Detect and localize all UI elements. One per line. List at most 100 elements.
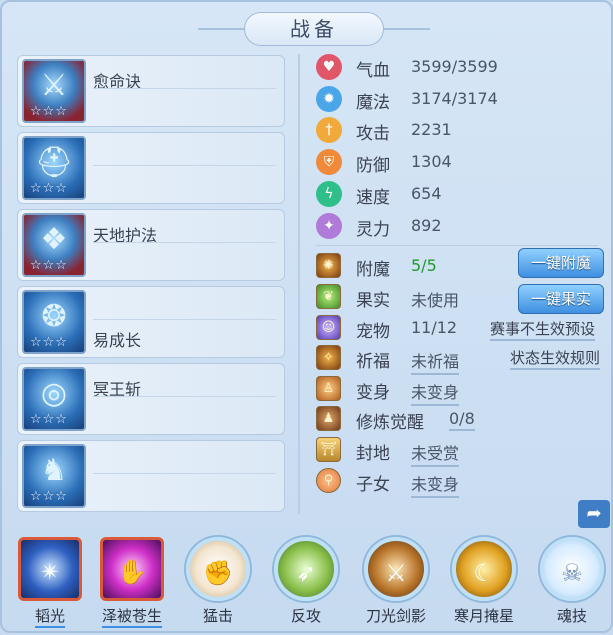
blessing-hand-icon: ✋ — [100, 537, 164, 601]
counter-icon: ➶ — [274, 537, 338, 601]
skill-5[interactable]: ⚔ 刀光剑影 — [360, 537, 432, 626]
heart-icon: ♥ — [316, 54, 342, 80]
divider — [93, 319, 276, 320]
equipment-slot-5[interactable]: ◎ ☆☆☆ 冥王斩 — [17, 363, 285, 435]
skill-name: 魂技 — [556, 607, 587, 625]
skill-name: 刀光剑影 — [365, 607, 426, 625]
divider — [93, 473, 276, 474]
skill-name: 反攻 — [290, 607, 321, 625]
enchant-all-button[interactable]: 一键附魔 — [518, 248, 604, 278]
blade-icon: ⚔ — [364, 537, 428, 601]
misc-label: 附魔 — [356, 260, 390, 280]
equipment-slot-2[interactable]: ⛑ ☆☆☆ — [17, 132, 285, 204]
stat-value: 3599/3599 — [411, 57, 498, 76]
stat-value: 2231 — [411, 120, 452, 139]
stat-value: 3174/3174 — [411, 89, 498, 108]
equipment-slot-6[interactable]: ♞ ☆☆☆ — [17, 440, 285, 512]
skill-name: 韬光 — [34, 605, 65, 628]
transform-icon: ♙ — [316, 376, 341, 401]
glow-orb-icon: ✴ — [18, 537, 82, 601]
star-rating: ☆☆☆ — [30, 335, 68, 350]
speed-icon: ϟ — [316, 181, 342, 207]
blessing-icon: ✧ — [316, 345, 341, 370]
skill-1[interactable]: ✴ 韬光 — [14, 537, 86, 628]
misc-label: 封地 — [356, 444, 390, 464]
star-rating: ☆☆☆ — [30, 104, 68, 119]
star-rating: ☆☆☆ — [30, 258, 68, 273]
skill-2[interactable]: ✋ 泽被苍生 — [96, 537, 168, 628]
misc-label: 宠物 — [356, 322, 390, 342]
divider — [93, 242, 276, 243]
stat-label: 灵力 — [356, 220, 390, 240]
belt-icon: ◎ ☆☆☆ — [22, 367, 86, 431]
title-ornament-left — [198, 28, 244, 30]
stat-label: 攻击 — [356, 124, 390, 144]
skill-name: 猛击 — [202, 607, 233, 625]
misc-value[interactable]: 未祈福 — [411, 348, 460, 375]
helmet-icon: ⛑ ☆☆☆ — [22, 136, 86, 200]
section-divider — [316, 245, 598, 246]
skill-4[interactable]: ➶ 反攻 — [270, 537, 342, 626]
misc-value[interactable]: 未变身 — [411, 379, 460, 406]
equipment-panel: 战备 ⚔ ☆☆☆ 愈命诀 ⛑ ☆☆☆ ❖ ☆☆☆ 天地护法 ❂ ☆☆☆ 易成长 ◎ ☆☆☆… — [0, 0, 613, 633]
fief-icon: ⛩ — [316, 437, 341, 462]
misc-label: 修炼觉醒 — [356, 413, 424, 433]
skill-3[interactable]: ✊ 猛击 — [182, 537, 254, 626]
status-rules-link[interactable]: 状态生效规则 — [510, 347, 601, 370]
stat-label: 气血 — [356, 61, 390, 81]
equipment-slot-3[interactable]: ❖ ☆☆☆ 天地护法 — [17, 209, 285, 281]
stat-value: 1304 — [411, 152, 452, 171]
star-rating: ☆☆☆ — [30, 181, 68, 196]
enchant-icon: ✺ — [316, 253, 341, 278]
misc-value[interactable]: 未变身 — [411, 471, 460, 498]
boots-icon: ♞ ☆☆☆ — [22, 444, 86, 508]
column-divider — [298, 54, 300, 514]
mana-icon: ✹ — [316, 86, 342, 112]
skill-name: 泽被苍生 — [101, 605, 162, 628]
stat-label: 魔法 — [356, 93, 390, 113]
cultivation-icon: ♟ — [316, 406, 341, 431]
skill-bar: ✴ 韬光 ✋ 泽被苍生 ✊ 猛击 ➶ 反攻 ⚔ 刀光剑影 ☾ 寒月掩星 ☠ 魂技 — [2, 537, 613, 635]
pet-icon: ☺ — [316, 315, 341, 340]
divider — [93, 165, 276, 166]
equipment-slot-1[interactable]: ⚔ ☆☆☆ 愈命诀 — [17, 55, 285, 127]
panel-title: 战备 — [244, 12, 384, 46]
misc-value[interactable]: 0/8 — [449, 409, 475, 431]
necklace-icon: ❂ ☆☆☆ — [22, 290, 86, 354]
star-rating: ☆☆☆ — [30, 412, 68, 427]
skill-7[interactable]: ☠ 魂技 — [536, 537, 608, 626]
share-icon[interactable]: ➦ — [578, 500, 610, 528]
divider — [93, 396, 276, 397]
equipment-slot-4[interactable]: ❂ ☆☆☆ 易成长 — [17, 286, 285, 358]
preset-invalid-link[interactable]: 赛事不生效预设 — [490, 318, 596, 341]
misc-label: 子女 — [356, 475, 390, 495]
sword-icon: † — [316, 117, 342, 143]
fruit-icon: ❦ — [316, 284, 341, 309]
misc-label: 变身 — [356, 383, 390, 403]
spirit-icon: ✦ — [316, 213, 342, 239]
misc-label: 祈福 — [356, 352, 390, 372]
child-icon: ⚲ — [316, 468, 341, 493]
skull-icon: ☠ — [540, 537, 604, 601]
stat-value: 892 — [411, 216, 442, 235]
misc-value: 5/5 — [411, 256, 437, 275]
misc-value: 未使用 — [411, 291, 460, 310]
stat-label: 速度 — [356, 188, 390, 208]
title-ornament-right — [384, 28, 430, 30]
skill-6[interactable]: ☾ 寒月掩星 — [448, 537, 520, 626]
weapon-icon: ⚔ ☆☆☆ — [22, 59, 86, 123]
stat-label: 防御 — [356, 156, 390, 176]
star-rating: ☆☆☆ — [30, 489, 68, 504]
equipment-list: ⚔ ☆☆☆ 愈命诀 ⛑ ☆☆☆ ❖ ☆☆☆ 天地护法 ❂ ☆☆☆ 易成长 ◎ ☆☆☆ 冥王… — [17, 55, 285, 517]
misc-value: 11/12 — [411, 318, 458, 337]
skill-name: 寒月掩星 — [453, 607, 514, 625]
shield-icon: ⛨ — [316, 149, 342, 175]
stat-value: 654 — [411, 184, 442, 203]
fruit-all-button[interactable]: 一键果实 — [518, 284, 604, 314]
misc-value[interactable]: 未受赏 — [411, 440, 460, 467]
armor-icon: ❖ ☆☆☆ — [22, 213, 86, 277]
misc-label: 果实 — [356, 291, 390, 311]
moon-icon: ☾ — [452, 537, 516, 601]
fist-icon: ✊ — [186, 537, 250, 601]
divider — [93, 88, 276, 89]
